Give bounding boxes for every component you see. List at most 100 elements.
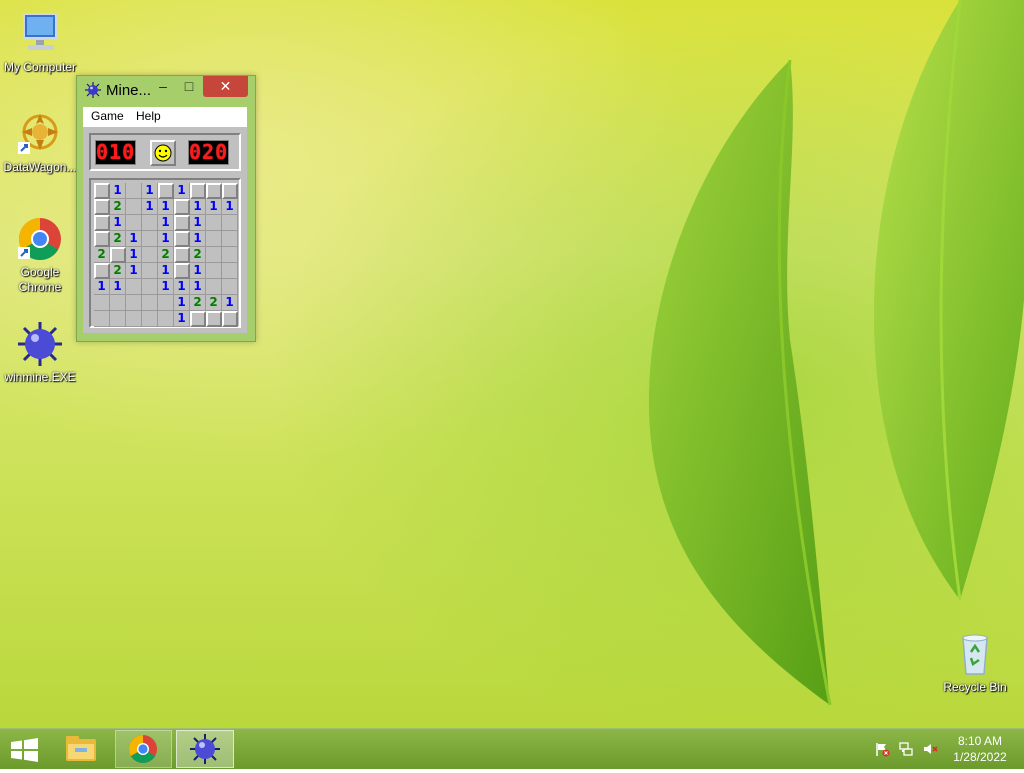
mine-cell-covered[interactable]	[206, 183, 222, 199]
mine-cell-covered[interactable]	[174, 215, 190, 231]
mine-cell-empty[interactable]	[206, 231, 222, 247]
mine-cell-covered[interactable]	[190, 183, 206, 199]
mine-cell-empty[interactable]	[158, 295, 174, 311]
mine-cell-covered[interactable]	[174, 247, 190, 263]
mine-cell-number[interactable]: 1	[174, 311, 190, 327]
mine-cell-covered[interactable]	[174, 263, 190, 279]
mine-cell-number[interactable]: 1	[190, 199, 206, 215]
mine-cell-empty[interactable]	[222, 215, 238, 231]
mine-cell-empty[interactable]	[126, 183, 142, 199]
mine-cell-empty[interactable]	[206, 215, 222, 231]
mine-cell-number[interactable]: 1	[190, 231, 206, 247]
mine-cell-number[interactable]: 1	[126, 231, 142, 247]
mine-cell-number[interactable]: 1	[174, 295, 190, 311]
minimize-button[interactable]: –	[156, 76, 170, 97]
mine-cell-empty[interactable]	[126, 295, 142, 311]
mine-cell-empty[interactable]	[222, 279, 238, 295]
mine-cell-number[interactable]: 1	[110, 279, 126, 295]
mine-cell-number[interactable]: 1	[206, 199, 222, 215]
mine-cell-empty[interactable]	[126, 215, 142, 231]
mine-cell-empty[interactable]	[142, 231, 158, 247]
mine-cell-empty[interactable]	[94, 295, 110, 311]
mine-cell-number[interactable]: 1	[110, 215, 126, 231]
close-button[interactable]: ✕	[203, 76, 248, 97]
mine-cell-covered[interactable]	[110, 247, 126, 263]
mine-cell-number[interactable]: 2	[110, 231, 126, 247]
mine-cell-number[interactable]: 1	[174, 183, 190, 199]
mine-cell-covered[interactable]	[94, 199, 110, 215]
mine-cell-number[interactable]: 1	[158, 215, 174, 231]
desktop-icon-my-computer[interactable]: My Computer	[0, 10, 80, 75]
mine-cell-covered[interactable]	[174, 231, 190, 247]
desktop-icon-winmine[interactable]: winmine.EXE	[0, 320, 80, 385]
minesweeper-window[interactable]: Mine... – □ ✕ Game Help 010 020 11121111…	[76, 75, 256, 342]
mine-cell-number[interactable]: 1	[142, 183, 158, 199]
mine-cell-number[interactable]: 1	[142, 199, 158, 215]
action-center-flag-icon[interactable]	[874, 741, 890, 757]
maximize-button[interactable]: □	[181, 76, 197, 97]
mine-cell-covered[interactable]	[222, 311, 238, 327]
mine-cell-number[interactable]: 1	[126, 247, 142, 263]
taskbar-file-explorer[interactable]	[57, 730, 106, 768]
mine-cell-empty[interactable]	[206, 247, 222, 263]
mine-cell-empty[interactable]	[222, 263, 238, 279]
mine-cell-number[interactable]: 1	[158, 231, 174, 247]
mine-cell-number[interactable]: 1	[174, 279, 190, 295]
menu-help[interactable]: Help	[136, 109, 161, 123]
title-bar[interactable]: Mine... – □ ✕	[77, 76, 255, 104]
mine-cell-empty[interactable]	[222, 231, 238, 247]
mine-cell-empty[interactable]	[110, 295, 126, 311]
mine-cell-empty[interactable]	[206, 279, 222, 295]
menu-game[interactable]: Game	[91, 109, 124, 123]
mine-cell-empty[interactable]	[126, 311, 142, 327]
start-button[interactable]	[0, 730, 48, 768]
mine-cell-empty[interactable]	[126, 279, 142, 295]
mine-cell-covered[interactable]	[206, 311, 222, 327]
mine-cell-covered[interactable]	[222, 183, 238, 199]
mine-cell-number[interactable]: 1	[222, 199, 238, 215]
mine-cell-number[interactable]: 2	[206, 295, 222, 311]
mine-cell-number[interactable]: 2	[190, 295, 206, 311]
system-clock[interactable]: 8:10 AM 1/28/2022	[944, 733, 1016, 765]
mine-cell-empty[interactable]	[142, 215, 158, 231]
mine-cell-number[interactable]: 1	[158, 199, 174, 215]
mine-cell-covered[interactable]	[94, 231, 110, 247]
smiley-face-button[interactable]	[150, 140, 176, 166]
mine-cell-empty[interactable]	[142, 247, 158, 263]
mine-cell-empty[interactable]	[126, 199, 142, 215]
mine-cell-empty[interactable]	[142, 263, 158, 279]
mine-cell-number[interactable]: 1	[190, 279, 206, 295]
mine-cell-empty[interactable]	[142, 279, 158, 295]
mine-cell-empty[interactable]	[158, 311, 174, 327]
mine-cell-empty[interactable]	[222, 247, 238, 263]
mine-cell-number[interactable]: 1	[158, 279, 174, 295]
mine-cell-covered[interactable]	[190, 311, 206, 327]
mine-cell-number[interactable]: 2	[110, 199, 126, 215]
mine-cell-covered[interactable]	[174, 199, 190, 215]
mine-cell-number[interactable]: 2	[158, 247, 174, 263]
network-icon[interactable]	[898, 741, 914, 757]
desktop-icon-recycle-bin[interactable]: Recycle Bin	[935, 630, 1015, 695]
mine-cell-number[interactable]: 1	[158, 263, 174, 279]
mine-cell-empty[interactable]	[94, 311, 110, 327]
mine-cell-covered[interactable]	[158, 183, 174, 199]
volume-muted-icon[interactable]	[922, 741, 938, 757]
mine-cell-number[interactable]: 2	[94, 247, 110, 263]
taskbar-minesweeper[interactable]	[176, 730, 234, 768]
mine-cell-empty[interactable]	[110, 311, 126, 327]
mine-cell-number[interactable]: 1	[110, 183, 126, 199]
taskbar-chrome[interactable]	[115, 730, 172, 768]
mine-cell-number[interactable]: 2	[110, 263, 126, 279]
desktop-icon-datawagon[interactable]: DataWagon...	[0, 110, 80, 175]
desktop-icon-chrome[interactable]: Google Chrome	[0, 215, 80, 295]
mine-cell-covered[interactable]	[94, 263, 110, 279]
mine-cell-number[interactable]: 1	[94, 279, 110, 295]
mine-cell-covered[interactable]	[94, 215, 110, 231]
mine-cell-covered[interactable]	[94, 183, 110, 199]
mine-cell-empty[interactable]	[206, 263, 222, 279]
mine-cell-empty[interactable]	[142, 311, 158, 327]
mine-cell-number[interactable]: 1	[222, 295, 238, 311]
mine-cell-number[interactable]: 1	[126, 263, 142, 279]
mine-cell-number[interactable]: 1	[190, 263, 206, 279]
mine-cell-number[interactable]: 1	[190, 215, 206, 231]
